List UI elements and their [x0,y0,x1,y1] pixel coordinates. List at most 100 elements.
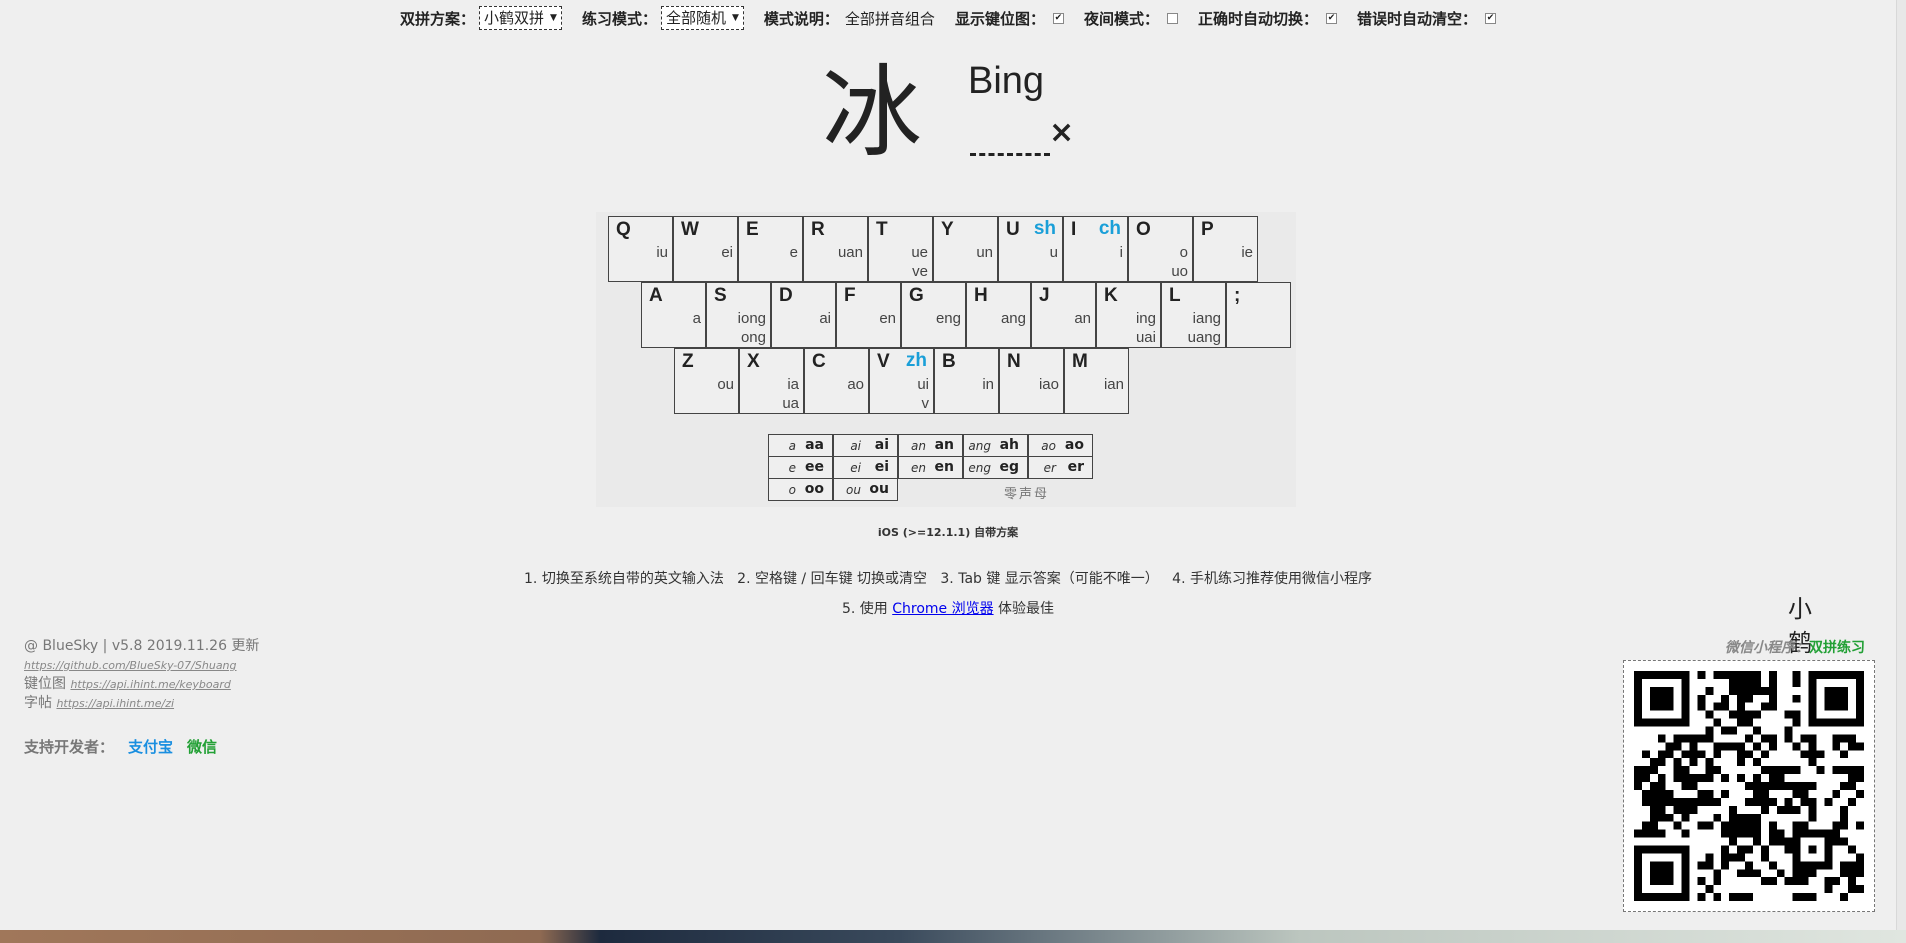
key-final: ua [782,395,799,412]
key-finals: iu [656,243,668,262]
zero-consonant-pinyin: an [911,439,926,453]
key-p: Pie [1193,216,1258,282]
key-x: Xia ua [739,348,804,414]
key-finals: en [879,309,896,328]
key-j: Jan [1031,282,1096,348]
key-finals: un [976,243,993,262]
zero-consonant-pinyin: eng [968,461,991,475]
zero-consonant-code: ao [1064,437,1084,453]
zero-consonant-code: ah [999,437,1019,453]
night-mode-checkbox[interactable] [1166,12,1178,24]
wrong-icon: × [1049,115,1075,150]
zero-consonant-code: aa [805,437,824,453]
autoswitch-checkbox[interactable]: ✔ [1325,12,1337,24]
tips-line2: 5. 使用 Chrome 浏览器 体验最佳 [0,594,1896,624]
scheme-select[interactable]: 小鹤双拼 ▼ [479,6,562,30]
key-final: uai [1135,329,1156,346]
key-initial: zh [905,350,927,371]
answer-input[interactable] [970,153,1050,156]
zero-consonant-code: ee [805,459,824,475]
github-link[interactable]: https://github.com/BlueSky-07/Shuang [24,659,237,672]
night-label: 夜间模式： [1083,9,1159,28]
key-s: Siong ong [706,282,771,348]
key-finals: i [1120,243,1123,262]
support-developer: 支持开发者： 支付宝 微信 [24,736,217,757]
key-final: ia [787,376,799,393]
footer-info: @ BlueSky | v5.8 2019.11.26 更新 https://g… [24,637,259,713]
mini-program-label: 微信小程序：双拼练习 [1725,637,1865,657]
key-z: Zou [674,348,739,414]
chevron-down-icon: ▼ [731,13,739,23]
key-final: u [1049,244,1058,261]
key-final: ong [740,329,766,346]
autoclear-checkbox[interactable]: ✔ [1485,12,1496,24]
mini-program-name: 双拼练习 [1809,640,1865,656]
key-final: ang [1000,310,1026,327]
chrome-link[interactable]: Chrome 浏览器 [892,601,993,617]
key-k: King uai [1096,282,1161,348]
keymap-label: 键位图 [24,676,71,692]
key-final: ou [717,376,734,393]
wechat-link[interactable]: 微信 [187,736,217,757]
key-f: Fen [836,282,901,348]
key-e: Ee [738,216,803,282]
key-letter: K [1104,285,1118,306]
key-finals: ang [1001,309,1026,328]
zero-consonant-cell: ang ah [963,434,1028,457]
key-b: Bin [934,348,999,414]
key-finals: ue ve [911,243,928,281]
version-text: @ BlueSky | v5.8 2019.11.26 更新 [24,638,260,654]
desc-value: 全部拼音组合 [844,9,935,28]
support-label: 支持开发者： [24,738,115,756]
key-letter: Z [682,351,694,372]
settings-bar: 双拼方案： 小鹤双拼 ▼ 练习模式： 全部随机 ▼ 模式说明： 全部拼音组合 显… [0,6,1896,30]
key-final: uo [1171,263,1188,280]
zero-consonant-code: er [1067,459,1084,475]
key-final: an [1074,310,1091,327]
night-mode-setting: 夜间模式： [1084,8,1178,29]
zero-consonant-pinyin: ao [1041,439,1056,453]
key-letter: ; [1234,285,1241,306]
zero-consonant-code: eg [999,459,1019,475]
key-final: ian [1103,376,1124,393]
mode-label: 练习模式： [581,9,657,28]
autoclear-label: 错误时自动清空： [1356,9,1477,28]
key-finals: uan [838,243,863,262]
zero-consonant-cell: ei ei [833,456,898,479]
chevron-down-icon: ▼ [550,13,557,23]
show-keymap-checkbox[interactable]: ✔ [1052,12,1064,24]
key-letter: S [714,285,727,306]
scheme-select-value: 小鹤双拼 [484,9,545,27]
zero-consonant-code: en [934,459,954,475]
practice-pinyin: Bing [968,60,1045,102]
alipay-link[interactable]: 支付宝 [128,736,173,757]
keymap-link[interactable]: https://api.ihint.me/keyboard [70,678,230,691]
key-finals: ian [1104,375,1124,394]
key-letter: J [1039,285,1050,306]
key-letter: P [1201,219,1214,240]
zi-link[interactable]: https://api.ihint.me/zi [56,697,174,710]
zero-consonant-pinyin: en [911,461,926,475]
show-keymap-label: 显示键位图： [954,9,1045,28]
key-t: Tue ve [868,216,933,282]
key-l: Liang uang [1161,282,1226,348]
key-final: eng [935,310,961,327]
mode-select[interactable]: 全部随机 ▼ [660,6,744,30]
key-final: v [921,395,930,412]
zero-consonant-code: ou [869,481,889,497]
key-g: Geng [901,282,966,348]
key-final: ve [912,263,928,280]
zi-label: 字帖 [24,695,57,711]
zero-consonant-pinyin: er [1043,461,1056,475]
key-finals: ie [1241,243,1253,262]
key-final: iu [656,244,668,261]
key-u: Ush u [998,216,1063,282]
scrollbar[interactable] [1896,0,1906,930]
key-letter: Q [616,219,631,240]
key-i: Ich i [1063,216,1128,282]
key-finals: ing uai [1136,309,1156,347]
key-letter: O [1136,219,1151,240]
key-c: Cao [804,348,869,414]
zero-consonant-code: an [934,437,954,453]
key-letter: H [974,285,988,306]
